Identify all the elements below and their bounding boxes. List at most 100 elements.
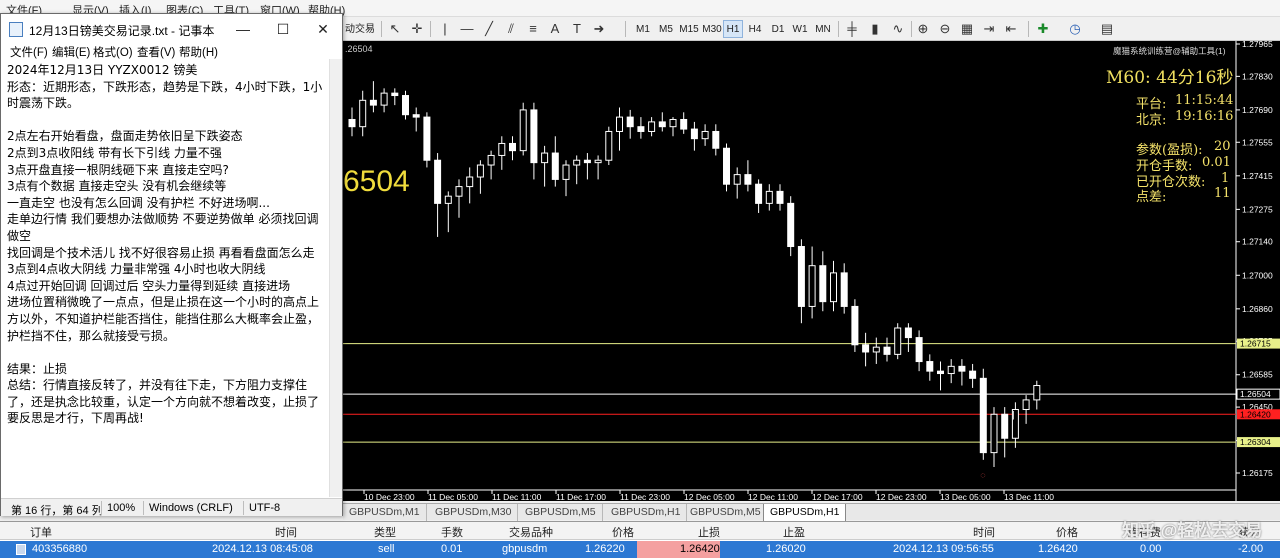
channel-icon[interactable]: ⫽ xyxy=(502,20,520,38)
price-chart[interactable]: 1.27965 1.27830 1.27690 1.27555 1.27415 1.272… xyxy=(343,41,1280,501)
text-line: 走单边行情 我们要想办法做顺势 不要逆势做单 必须找回调做空 xyxy=(7,212,319,243)
price-tick-label: 1.27690 xyxy=(1242,105,1273,115)
sell-entry-marker: ◌ xyxy=(980,470,985,480)
vertical-line-icon[interactable]: | xyxy=(436,20,454,38)
chart-tab-1[interactable]: GBPUSDm,M1 xyxy=(343,504,427,521)
np-menu-format[interactable]: 格式(O) xyxy=(93,44,133,60)
col-close-time[interactable]: 时间 xyxy=(973,524,995,540)
price-tick-label: 1.26175 xyxy=(1242,468,1273,478)
candlestick-icon[interactable]: ▮ xyxy=(866,20,884,38)
text-line: 进场位置稍微晚了一点点，但是止损在这一个小时的高点上方以外，不知道护栏能否挡住，… xyxy=(7,295,320,343)
bar-countdown: M60: 44分16秒 xyxy=(1106,68,1234,88)
chart-tab-4[interactable]: GBPUSDm,H1 xyxy=(605,504,688,521)
tf-w1[interactable]: W1 xyxy=(790,20,810,38)
bull-candle xyxy=(380,92,388,106)
notepad-window[interactable]: 12月13日镑美交易记录.txt - 记事本 — ☐ ✕ 文件(F) 编辑(E)… xyxy=(0,13,343,517)
open-lots-value: 0.01 xyxy=(1202,155,1231,170)
autotrading-button[interactable]: 动交易 xyxy=(343,20,377,38)
cursor-position: 第 16 行，第 64 列 xyxy=(11,505,103,517)
bull-candle xyxy=(455,186,463,197)
bear-candle xyxy=(797,246,805,307)
zoom-out-icon[interactable]: ⊖ xyxy=(936,20,954,38)
templates-icon[interactable]: ▤ xyxy=(1098,20,1116,38)
chart-shift-icon[interactable]: ⇤ xyxy=(1002,20,1020,38)
tf-h1[interactable]: H1 xyxy=(723,20,743,38)
chart-tab-3[interactable]: GBPUSDm,M5 xyxy=(519,504,603,521)
col-ticket[interactable]: 订单 xyxy=(30,524,52,540)
bar-chart-icon[interactable]: ╪ xyxy=(843,20,861,38)
col-sl[interactable]: 止损 xyxy=(698,524,720,540)
orders-header: 订单 时间 类型 手数 交易品种 价格 止损 止盈 时间 价格 库存费 获利 xyxy=(0,522,1280,540)
notepad-titlebar[interactable]: 12月13日镑美交易记录.txt - 记事本 — ☐ ✕ xyxy=(1,14,342,44)
bear-candle xyxy=(348,118,356,128)
tf-mn[interactable]: MN xyxy=(812,20,834,38)
notepad-scrollbar[interactable] xyxy=(329,59,342,497)
np-menu-file[interactable]: 文件(F) xyxy=(10,44,48,60)
maximize-icon[interactable]: ☐ xyxy=(269,18,297,40)
tf-m1[interactable]: M1 xyxy=(632,20,654,38)
np-menu-help[interactable]: 帮助(H) xyxy=(179,44,218,60)
big-price: 6504 xyxy=(343,165,410,198)
notepad-text-area[interactable]: 2024年12月13日 YYZX0012 镑美 形态：近期形态，下跌形态，趋势是… xyxy=(7,62,327,507)
tf-m15[interactable]: M15 xyxy=(677,20,701,38)
bull-candle xyxy=(894,327,902,355)
tf-d1[interactable]: D1 xyxy=(768,20,788,38)
order-close-price: 1.26420 xyxy=(1038,543,1078,555)
bull-candle xyxy=(808,265,816,307)
arrow-tool-icon[interactable]: ➜ xyxy=(590,20,608,38)
col-symbol[interactable]: 交易品种 xyxy=(509,524,553,540)
order-icon xyxy=(16,544,26,555)
beijing-time-label: 北京: xyxy=(1136,113,1167,128)
periods-icon[interactable]: ◷ xyxy=(1066,20,1084,38)
fibo-icon[interactable]: ≡ xyxy=(524,20,542,38)
label-tool-icon[interactable]: T xyxy=(568,20,586,38)
order-close-time: 2024.12.13 09:56:55 xyxy=(893,543,994,555)
time-tick-label: 13 Dec 11:00 xyxy=(1004,492,1054,501)
bear-candle xyxy=(434,159,442,204)
price-tick-label: 1.26585 xyxy=(1242,370,1273,380)
text-line: 2024年12月13日 YYZX0012 镑美 xyxy=(7,63,198,77)
horizontal-line-icon[interactable]: — xyxy=(458,20,476,38)
trendline-icon[interactable]: ╱ xyxy=(480,20,498,38)
col-type[interactable]: 类型 xyxy=(374,524,396,540)
price-tick-label: 1.27965 xyxy=(1242,41,1273,49)
tf-h4[interactable]: H4 xyxy=(745,20,765,38)
autoscroll-icon[interactable]: ⇥ xyxy=(980,20,998,38)
order-row[interactable]: 403356880 2024.12.13 08:45:08 sell 0.01 … xyxy=(0,541,1280,558)
text-tool-icon[interactable]: A xyxy=(546,20,564,38)
chart-tab-2[interactable]: GBPUSDm,M30 xyxy=(429,504,519,521)
bull-candle xyxy=(562,164,570,180)
minimize-icon[interactable]: — xyxy=(229,18,257,40)
price-tag-label: 1.26420 xyxy=(1240,409,1271,419)
bear-candle xyxy=(958,365,966,372)
tf-m5[interactable]: M5 xyxy=(655,20,677,38)
time-tick-label: 12 Dec 11:00 xyxy=(748,492,798,501)
beijing-time: 19:16:16 xyxy=(1175,109,1234,124)
np-menu-view[interactable]: 查看(V) xyxy=(137,44,175,60)
chart-tab-6-active[interactable]: GBPUSDm,H1 xyxy=(763,504,847,522)
col-lots[interactable]: 手数 xyxy=(441,524,463,540)
bear-candle xyxy=(551,152,559,180)
grid-icon[interactable]: ▦ xyxy=(958,20,976,38)
text-line: 3点有个数据 直接走空头 没有机会继续等 xyxy=(7,179,227,194)
line-chart-icon[interactable]: ∿ xyxy=(889,20,907,38)
params-value: 20 xyxy=(1214,139,1231,154)
cursor-icon[interactable]: ↖ xyxy=(386,20,404,38)
indicators-icon[interactable]: ✚ xyxy=(1034,20,1052,38)
indicator-name: 魔猫系统训练营@辅助工具(1) xyxy=(1113,46,1226,56)
watermark: 知乎 @轻松去交易 xyxy=(1122,521,1263,540)
zoom-in-icon[interactable]: ⊕ xyxy=(914,20,932,38)
col-tp[interactable]: 止盈 xyxy=(783,524,805,540)
tf-m30[interactable]: M30 xyxy=(700,20,724,38)
crosshair-icon[interactable]: ✛ xyxy=(408,20,426,38)
price-tag-label: 1.26504 xyxy=(1240,389,1271,399)
col-close-price[interactable]: 价格 xyxy=(1056,524,1078,540)
close-icon[interactable]: ✕ xyxy=(309,18,337,40)
chart-tab-5[interactable]: GBPUSDm,M5 xyxy=(684,504,768,521)
np-menu-edit[interactable]: 编辑(E) xyxy=(52,44,90,60)
bear-candle xyxy=(862,344,870,353)
notepad-title: 12月13日镑美交易记录.txt - 记事本 xyxy=(29,24,215,38)
col-open-time[interactable]: 时间 xyxy=(275,524,297,540)
col-open-price[interactable]: 价格 xyxy=(612,524,634,540)
opened-count-value: 1 xyxy=(1221,171,1230,186)
